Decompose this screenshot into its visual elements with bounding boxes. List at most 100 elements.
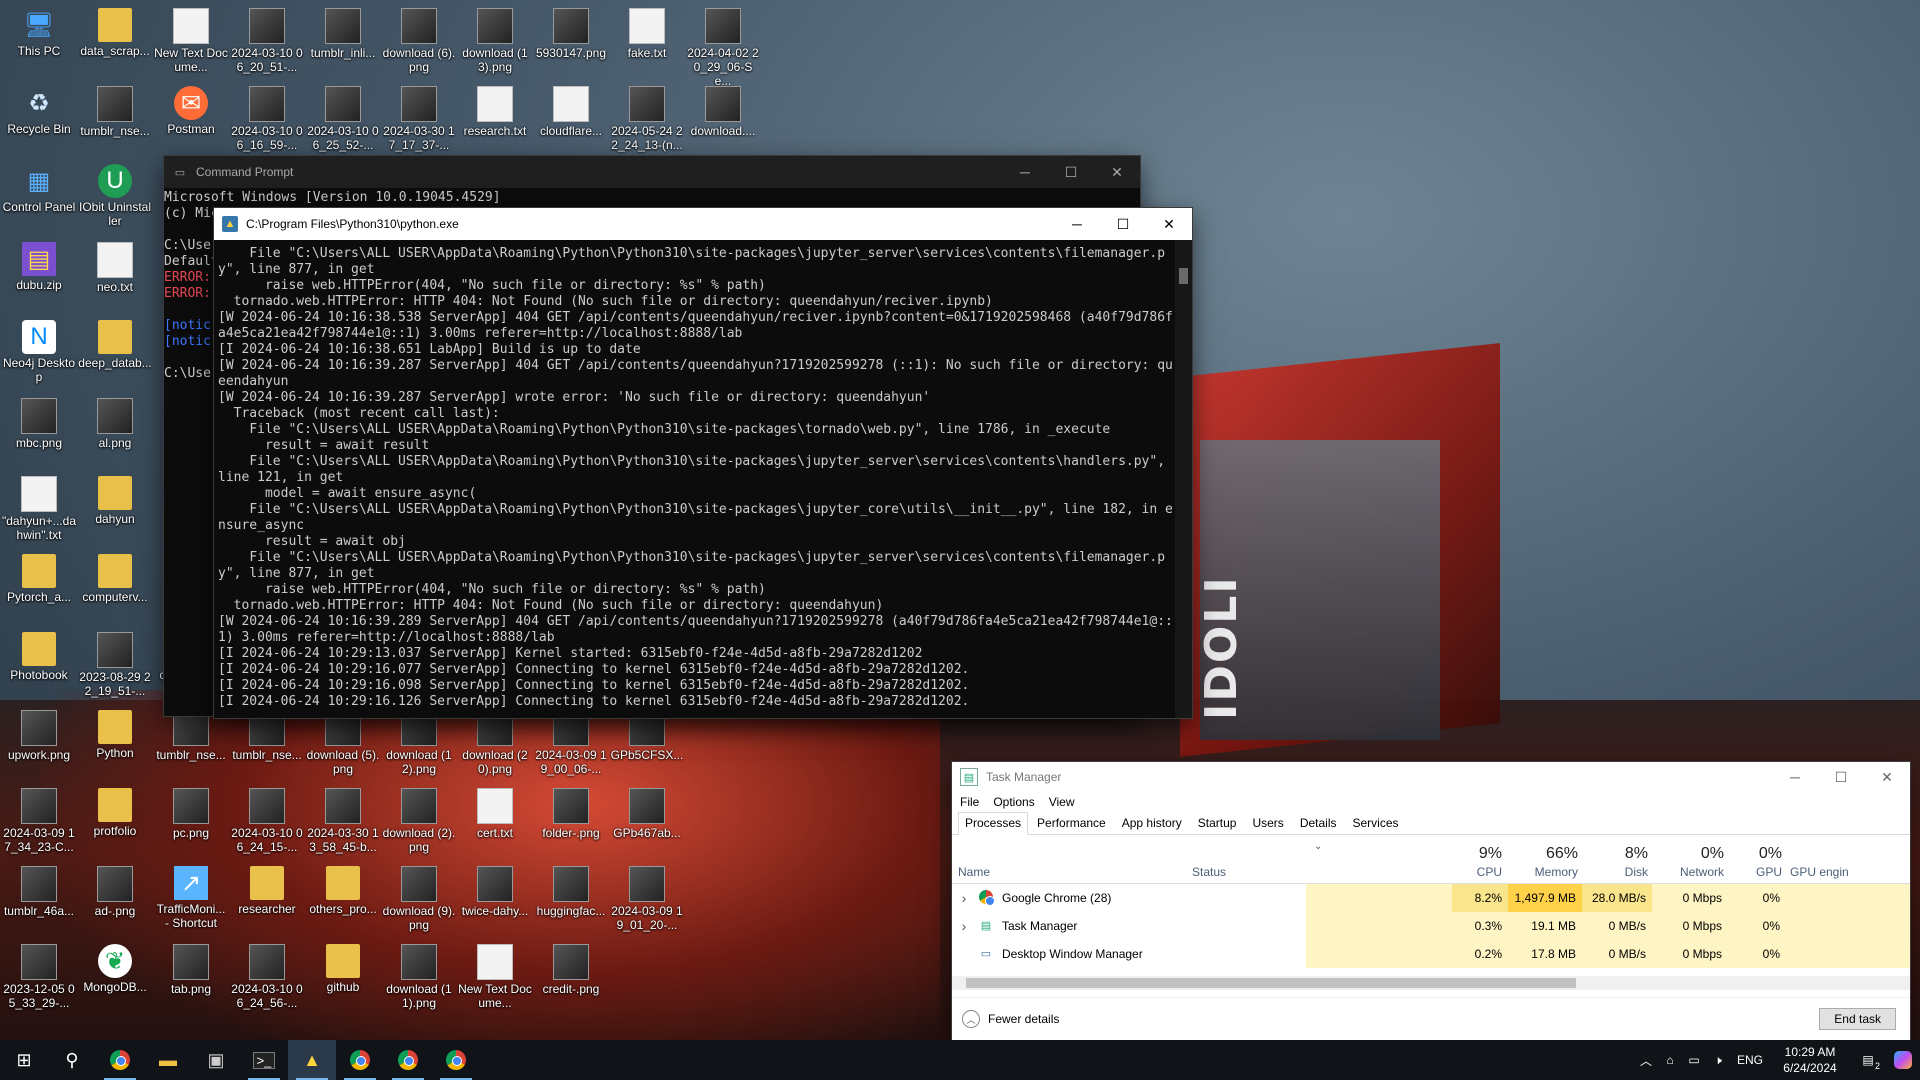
close-button[interactable]: ✕ (1146, 208, 1192, 240)
desktop-icon[interactable]: 2024-03-30 13_58_45-b... (306, 784, 380, 858)
desktop-icon[interactable]: deep_datab... (78, 316, 152, 390)
desktop-icon[interactable]: GPb467ab... (610, 784, 684, 858)
taskbar-app[interactable]: ▣ (192, 1040, 240, 1080)
desktop-icon[interactable]: New Text Docume... (458, 940, 532, 1014)
python-titlebar[interactable]: ▲ C:\Program Files\Python310\python.exe … (214, 208, 1192, 240)
desktop-icon[interactable]: 🖥 This PC (2, 4, 76, 78)
desktop-icon[interactable]: 2024-03-09 17_34_23-C... (2, 784, 76, 858)
chevron-up-icon[interactable]: ︿ (962, 1010, 980, 1028)
close-button[interactable]: ✕ (1864, 762, 1910, 792)
desktop-icon[interactable]: protfolio (78, 784, 152, 858)
desktop-icon[interactable]: New Text Docume... (154, 4, 228, 78)
usb-icon[interactable]: ⌂ (1658, 1053, 1682, 1067)
desktop-icon[interactable]: cert.txt (458, 784, 532, 858)
taskbar-terminal[interactable]: >_ (240, 1040, 288, 1080)
menu-options[interactable]: Options (993, 795, 1034, 809)
desktop-icon[interactable]: 2024-03-10 06_25_52-... (306, 82, 380, 156)
column-cpu[interactable]: CPU (1452, 865, 1502, 879)
desktop-icon[interactable]: ↗ TrafficMoni... - Shortcut (154, 862, 228, 936)
desktop-icon[interactable]: ad-.png (78, 862, 152, 936)
process-row[interactable]: › ▤ Task Manager 0.3% 19.1 MB 0 MB/s 0 Mbps 0% (952, 912, 1910, 940)
clock[interactable]: 10:29 AM 6/24/2024 (1770, 1044, 1850, 1076)
desktop-icon[interactable]: 2024-03-30 17_17_37-... (382, 82, 456, 156)
desktop-icon[interactable]: al.png (78, 394, 152, 468)
show-hidden-icons-chevron-icon[interactable]: ︿ (1634, 1052, 1658, 1069)
desktop-icon[interactable]: Pytorch_a... (2, 550, 76, 624)
desktop-icon[interactable]: ❦ MongoDB... (78, 940, 152, 1014)
taskbar-chrome[interactable] (96, 1040, 144, 1080)
desktop-icon[interactable]: ✉ Postman (154, 82, 228, 156)
volume-icon[interactable]: 🕨 (1706, 1053, 1730, 1068)
tab-performance[interactable]: Performance (1030, 812, 1113, 834)
desktop-icon[interactable]: 2024-03-10 06_20_51-... (230, 4, 304, 78)
desktop-icon[interactable]: download (6).png (382, 4, 456, 78)
desktop-icon[interactable]: research.txt (458, 82, 532, 156)
desktop-icon[interactable]: fake.txt (610, 4, 684, 78)
vertical-scrollbar[interactable] (1175, 240, 1192, 718)
desktop-icon[interactable]: ▦ Control Panel (2, 160, 76, 234)
task-manager-window[interactable]: ▤ Task Manager ─ ☐ ✕ File Options View P… (952, 762, 1910, 1040)
minimize-button[interactable]: ─ (1054, 208, 1100, 240)
scrollbar-thumb[interactable] (1179, 268, 1188, 284)
desktop-icon[interactable]: cloudflare... (534, 82, 608, 156)
minimize-button[interactable]: ─ (1002, 156, 1048, 188)
menu-file[interactable]: File (960, 795, 979, 809)
language-indicator[interactable]: ENG (1730, 1053, 1770, 1067)
taskbar-chrome-4[interactable] (432, 1040, 480, 1080)
column-memory[interactable]: Memory (1508, 865, 1578, 879)
desktop-icon[interactable]: 5930147.png (534, 4, 608, 78)
taskbar-file-explorer[interactable]: ▬ (144, 1040, 192, 1080)
desktop-icon[interactable]: upwork.png (2, 706, 76, 780)
desktop-icon[interactable]: 2024-04-02 20_29_06-Se... (686, 4, 760, 88)
desktop-icon[interactable]: download (9).png (382, 862, 456, 936)
scrollbar-thumb[interactable] (966, 978, 1576, 988)
tab-app-history[interactable]: App history (1115, 812, 1189, 834)
column-name[interactable]: Name (958, 865, 990, 879)
tm-titlebar[interactable]: ▤ Task Manager ─ ☐ ✕ (952, 762, 1910, 792)
desktop-icon[interactable]: dahyun (78, 472, 152, 546)
desktop-icon[interactable]: others_pro... (306, 862, 380, 936)
tab-startup[interactable]: Startup (1191, 812, 1244, 834)
start-button[interactable]: ⊞ (0, 1040, 48, 1080)
desktop-icon[interactable]: ▤ dubu.zip (2, 238, 76, 312)
desktop-icon[interactable]: github (306, 940, 380, 1014)
maximize-button[interactable]: ☐ (1818, 762, 1864, 792)
desktop-icon[interactable]: 2023-08-29 22_19_51-... (78, 628, 152, 702)
copilot-icon[interactable] (1886, 1040, 1920, 1080)
expand-chevron-icon[interactable]: › (958, 884, 970, 912)
desktop-icon[interactable]: 2024-03-10 06_24_56-... (230, 940, 304, 1014)
desktop-icon[interactable]: folder-.png (534, 784, 608, 858)
desktop-icon[interactable]: "dahyun+...dahwin".txt (2, 472, 76, 546)
desktop-icon[interactable]: 2023-12-05 05_33_29-... (2, 940, 76, 1014)
desktop-icon[interactable]: ♻ Recycle Bin (2, 82, 76, 156)
desktop-icon[interactable]: 2024-05-24 22_24_13-(n... (610, 82, 684, 156)
taskbar-chrome-2[interactable] (336, 1040, 384, 1080)
cmd-titlebar[interactable]: ▭ Command Prompt ─ ☐ ✕ (164, 156, 1140, 188)
desktop-icon[interactable]: download.... (686, 82, 760, 156)
desktop-icon[interactable]: 2024-03-09 19_01_20-... (610, 862, 684, 936)
close-button[interactable]: ✕ (1094, 156, 1140, 188)
column-gpu[interactable]: GPU (1728, 865, 1782, 879)
desktop-icon[interactable]: download (11).png (382, 940, 456, 1014)
desktop-icon[interactable]: download (13).png (458, 4, 532, 78)
notifications-button[interactable]: ▤ 2 (1850, 1053, 1886, 1071)
expand-chevron-icon[interactable]: › (958, 912, 970, 940)
minimize-button[interactable]: ─ (1772, 762, 1818, 792)
end-task-button[interactable]: End task (1819, 1008, 1896, 1030)
taskbar-python[interactable]: ▲ (288, 1040, 336, 1080)
python-console-output[interactable]: File "C:\Users\ALL USER\AppData\Roaming\… (214, 240, 1192, 718)
column-disk[interactable]: Disk (1582, 865, 1648, 879)
desktop-icon[interactable]: credit-.png (534, 940, 608, 1014)
desktop-icon[interactable]: neo.txt (78, 238, 152, 312)
process-row[interactable]: › Google Chrome (28) 8.2% 1,497.9 MB 28.0 MB… (952, 884, 1910, 912)
desktop-icon[interactable]: tab.png (154, 940, 228, 1014)
desktop-icon[interactable]: tumblr_inli... (306, 4, 380, 78)
desktop-icon[interactable]: mbc.png (2, 394, 76, 468)
tab-processes[interactable]: Processes (958, 812, 1029, 835)
desktop-icon[interactable]: N Neo4j Desktop (2, 316, 76, 390)
python-console-window[interactable]: ▲ C:\Program Files\Python310\python.exe … (214, 208, 1192, 718)
desktop-icon[interactable]: download (2).png (382, 784, 456, 858)
desktop-icon[interactable]: twice-dahy... (458, 862, 532, 936)
desktop-icon[interactable]: 2024-03-10 06_24_15-... (230, 784, 304, 858)
desktop-icon[interactable]: researcher (230, 862, 304, 936)
